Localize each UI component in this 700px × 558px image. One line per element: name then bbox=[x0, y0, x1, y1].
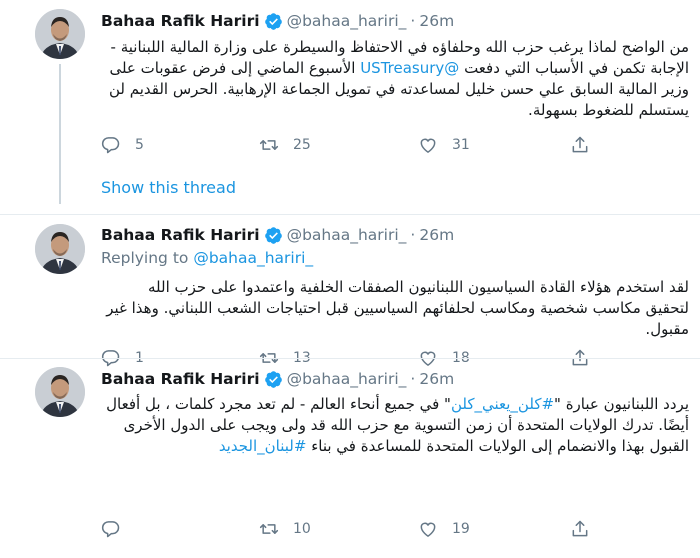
show-thread-link[interactable]: Show this thread bbox=[101, 178, 236, 197]
author-handle[interactable]: @bahaa_hariri_ bbox=[287, 12, 407, 30]
separator-dot: · bbox=[410, 370, 416, 388]
tweet[interactable]: Bahaa Rafik Hariri @bahaa_hariri_ · 26m … bbox=[0, 0, 700, 214]
separator-dot: · bbox=[410, 12, 416, 30]
share-button[interactable] bbox=[570, 517, 590, 541]
tweet-text-part: يردد اللبنانيون عبارة " bbox=[554, 395, 689, 413]
separator-dot: · bbox=[410, 226, 416, 244]
avatar[interactable] bbox=[35, 367, 85, 417]
like-icon bbox=[420, 522, 436, 537]
reply-button[interactable] bbox=[101, 517, 121, 541]
replying-handle-link[interactable]: @bahaa_hariri_ bbox=[193, 249, 313, 267]
verified-icon bbox=[264, 226, 282, 244]
tweet-actions: 5 25 31 bbox=[101, 133, 601, 157]
share-button[interactable] bbox=[570, 133, 590, 157]
replying-to: Replying to @bahaa_hariri_ bbox=[101, 249, 313, 267]
reply-button[interactable]: 5 bbox=[101, 133, 144, 157]
tweet-actions: 10 19 bbox=[101, 517, 601, 541]
tweet-text: من الواضح لماذا يرغب حزب الله وحلفاؤه في… bbox=[101, 37, 689, 121]
retweet-button[interactable]: 25 bbox=[259, 133, 311, 157]
retweet-count: 10 bbox=[293, 521, 311, 537]
tweet-header: Bahaa Rafik Hariri @bahaa_hariri_ · 26m bbox=[101, 223, 454, 247]
verified-icon bbox=[264, 370, 282, 388]
retweet-button[interactable]: 10 bbox=[259, 517, 311, 541]
timestamp[interactable]: 26m bbox=[419, 226, 454, 244]
verified-icon bbox=[264, 12, 282, 30]
hashtag-link[interactable]: #لبنان_الجديد bbox=[219, 437, 307, 455]
tweet-header: Bahaa Rafik Hariri @bahaa_hariri_ · 26m bbox=[101, 367, 454, 391]
reply-icon bbox=[101, 521, 120, 538]
share-icon bbox=[572, 520, 588, 537]
tweet[interactable]: Bahaa Rafik Hariri @bahaa_hariri_ · 26m … bbox=[0, 359, 700, 558]
like-icon bbox=[420, 138, 436, 153]
reply-icon bbox=[101, 137, 120, 154]
timestamp[interactable]: 26m bbox=[419, 370, 454, 388]
avatar[interactable] bbox=[35, 224, 85, 274]
tweet-header: Bahaa Rafik Hariri @bahaa_hariri_ · 26m bbox=[101, 9, 454, 33]
retweet-count: 25 bbox=[293, 137, 311, 153]
share-icon bbox=[572, 136, 588, 153]
author-handle[interactable]: @bahaa_hariri_ bbox=[287, 370, 407, 388]
like-count: 19 bbox=[452, 521, 470, 537]
author-name[interactable]: Bahaa Rafik Hariri bbox=[101, 370, 260, 388]
timeline: Bahaa Rafik Hariri @bahaa_hariri_ · 26m … bbox=[0, 0, 700, 558]
like-button[interactable]: 19 bbox=[418, 517, 470, 541]
tweet-text: يردد اللبنانيون عبارة "#كلن_يعني_كلن" في… bbox=[101, 394, 689, 457]
timestamp[interactable]: 26m bbox=[419, 12, 454, 30]
hashtag-link[interactable]: #كلن_يعني_كلن bbox=[451, 395, 554, 413]
replying-label: Replying to bbox=[101, 249, 189, 267]
thread-line bbox=[59, 64, 61, 204]
tweet[interactable]: Bahaa Rafik Hariri @bahaa_hariri_ · 26m … bbox=[0, 215, 700, 367]
retweet-icon bbox=[259, 524, 279, 534]
like-button[interactable]: 31 bbox=[418, 133, 470, 157]
retweet-icon bbox=[259, 140, 279, 150]
reply-count: 5 bbox=[135, 137, 144, 153]
avatar[interactable] bbox=[35, 9, 85, 59]
tweet-text: لقد استخدم هؤلاء القادة السياسيون اللبنا… bbox=[106, 278, 689, 338]
author-name[interactable]: Bahaa Rafik Hariri bbox=[101, 226, 260, 244]
author-name[interactable]: Bahaa Rafik Hariri bbox=[101, 12, 260, 30]
author-handle[interactable]: @bahaa_hariri_ bbox=[287, 226, 407, 244]
mention-link[interactable]: @USTreasury bbox=[360, 59, 459, 77]
like-count: 31 bbox=[452, 137, 470, 153]
